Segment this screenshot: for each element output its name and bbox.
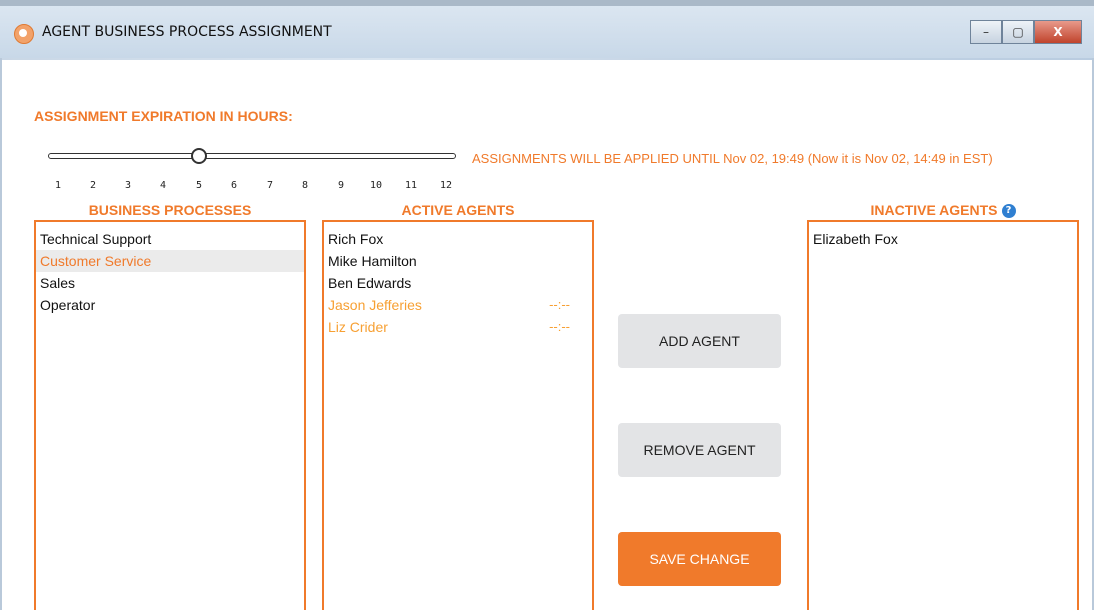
slider-tick: 12 (440, 180, 453, 191)
slider-tick: 8 (302, 180, 309, 191)
agent-item-pending[interactable]: Jason Jefferies --:-- (324, 294, 592, 316)
inactive-agents-header: INACTIVE AGENTS? (807, 202, 1079, 219)
minimize-button[interactable]: – (970, 20, 1002, 44)
slider-tick: 5 (196, 180, 203, 191)
active-agents-list[interactable]: Rich Fox Mike Hamilton Ben Edwards Jason… (322, 220, 594, 610)
add-agent-button[interactable]: ADD AGENT (618, 314, 781, 368)
agent-item[interactable]: Rich Fox (324, 228, 592, 250)
slider-tick: 11 (405, 180, 418, 191)
business-processes-list[interactable]: Technical Support Customer Service Sales… (34, 220, 306, 610)
inactive-agents-heading: INACTIVE AGENTS (870, 202, 998, 218)
agent-name: Liz Crider (328, 319, 388, 335)
expiration-slider-track[interactable] (48, 153, 456, 159)
close-button[interactable]: X (1034, 20, 1082, 44)
agent-expiration-time: --:-- (549, 319, 570, 334)
list-item[interactable]: Operator (36, 294, 304, 316)
active-agents-heading: ACTIVE AGENTS (401, 202, 515, 218)
slider-tick: 4 (160, 180, 167, 191)
agent-item[interactable]: Elizabeth Fox (809, 228, 1077, 250)
remove-agent-button[interactable]: REMOVE AGENT (618, 423, 781, 477)
agent-name: Mike Hamilton (328, 253, 417, 269)
slider-tick: 1 (55, 180, 62, 191)
slider-tick: 3 (125, 180, 132, 191)
app-icon (14, 24, 34, 44)
list-item[interactable]: Sales (36, 272, 304, 294)
agent-name: Jason Jefferies (328, 297, 422, 313)
agent-item[interactable]: Mike Hamilton (324, 250, 592, 272)
expiration-heading: ASSIGNMENT EXPIRATION IN HOURS: (34, 108, 293, 124)
slider-tick: 9 (338, 180, 345, 191)
slider-tick: 2 (90, 180, 97, 191)
agent-expiration-time: --:-- (549, 297, 570, 312)
maximize-button[interactable]: ▢ (1002, 20, 1034, 44)
save-change-button[interactable]: SAVE CHANGE (618, 532, 781, 586)
slider-tick: 10 (370, 180, 383, 191)
business-processes-heading: BUSINESS PROCESSES (88, 202, 252, 218)
agent-name: Ben Edwards (328, 275, 412, 291)
slider-tick: 7 (267, 180, 274, 191)
list-item-selected[interactable]: Customer Service (36, 250, 304, 272)
agent-item-pending[interactable]: Liz Crider --:-- (324, 316, 592, 338)
window-controls: – ▢ X (970, 20, 1082, 44)
window-title: AGENT BUSINESS PROCESS ASSIGNMENT (42, 24, 332, 40)
expiration-note: ASSIGNMENTS WILL BE APPLIED UNTIL Nov 02… (472, 151, 993, 166)
agent-name: Rich Fox (328, 231, 384, 247)
slider-tick: 6 (231, 180, 238, 191)
title-bar[interactable]: AGENT BUSINESS PROCESS ASSIGNMENT – ▢ X (0, 0, 1094, 60)
app-icon-center (19, 29, 27, 37)
help-icon[interactable]: ? (1001, 204, 1016, 219)
expiration-slider-thumb[interactable] (191, 148, 207, 164)
inactive-agents-list[interactable]: Elizabeth Fox (807, 220, 1079, 610)
agent-item[interactable]: Ben Edwards (324, 272, 592, 294)
list-item[interactable]: Technical Support (36, 228, 304, 250)
app-window: AGENT BUSINESS PROCESS ASSIGNMENT – ▢ X … (0, 0, 1094, 610)
